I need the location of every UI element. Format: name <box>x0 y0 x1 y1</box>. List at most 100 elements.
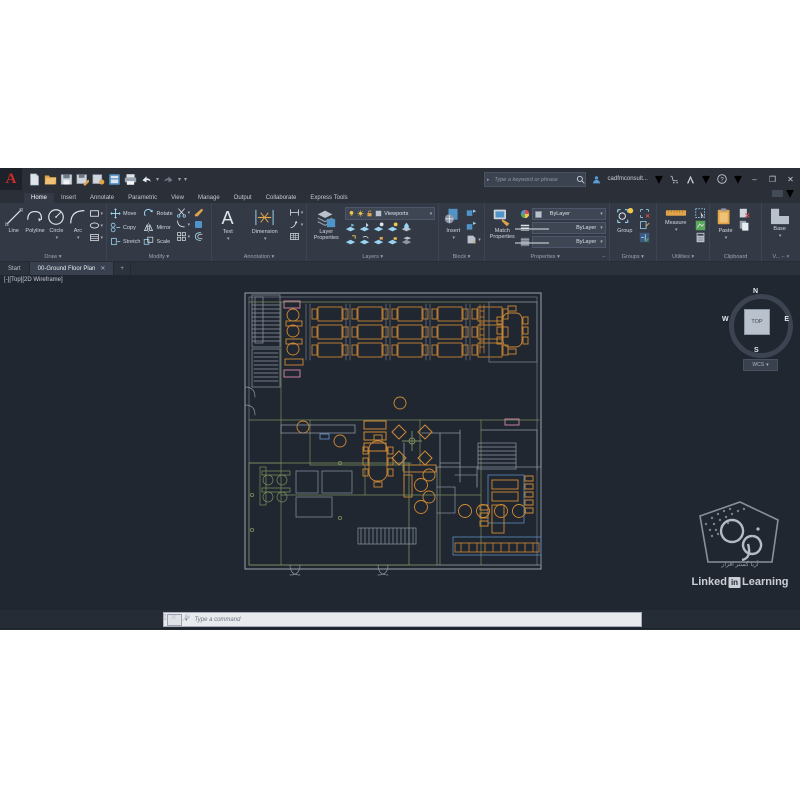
view-cube-north-label[interactable]: N <box>753 288 758 295</box>
ribbon-tab-home[interactable]: Home <box>24 193 55 203</box>
lineweight-property-dropdown-icon[interactable]: ▾ <box>600 239 603 245</box>
new-file-icon[interactable] <box>28 172 41 186</box>
annotation-text-button[interactable]: A Text ▾ <box>215 207 241 242</box>
block-edit-attributes-button[interactable]: ▾ <box>466 234 481 245</box>
modify-stretch-button[interactable]: Stretch <box>110 235 140 248</box>
view-cube-top-face[interactable]: TOP <box>744 309 770 335</box>
linetype-property-dropdown-icon[interactable]: ▾ <box>600 225 603 231</box>
panel-title-annotation[interactable]: Annotation ▾ <box>215 253 304 261</box>
insert-block-button[interactable]: Insert ▾ <box>442 207 464 241</box>
autodesk-a-dropdown-icon[interactable]: ▾ <box>702 169 710 189</box>
new-file-tab-button[interactable]: + <box>114 262 131 275</box>
measure-dropdown-icon[interactable]: ▾ <box>675 227 678 233</box>
match-properties-button[interactable]: Match Properties <box>488 207 517 240</box>
layer-selector-dropdown-icon[interactable]: ▾ <box>430 211 435 217</box>
redo-dropdown-icon[interactable]: ▾ <box>178 176 181 183</box>
file-tab-start[interactable]: Start <box>0 262 30 275</box>
command-close-icon[interactable]: ✕ <box>170 613 177 622</box>
panel-title-layers[interactable]: Layers ▾ <box>310 253 435 261</box>
layer-color-swatch-icon[interactable] <box>375 210 382 217</box>
array-dropdown-icon[interactable]: ▾ <box>188 234 191 240</box>
dimension-dropdown-icon[interactable]: ▾ <box>264 236 267 242</box>
layer-unlock-icon[interactable] <box>366 210 373 217</box>
block-attributes-dropdown-icon[interactable]: ▾ <box>478 237 481 243</box>
sheet-set-manager-icon[interactable] <box>108 173 121 186</box>
ribbon-tab-express-tools[interactable]: Express Tools <box>303 193 354 203</box>
command-drag-handle[interactable]: ⁞ <box>164 613 166 622</box>
search-input[interactable]: ▸ Type a keyword or phrase <box>484 172 586 187</box>
quick-select-icon[interactable] <box>695 208 706 219</box>
close-icon[interactable]: ✕ <box>100 265 105 272</box>
panel-title-properties[interactable]: Properties ▾ ⌐ <box>488 253 605 261</box>
ribbon-tab-insert[interactable]: Insert <box>54 193 83 203</box>
draw-arc-button[interactable]: Arc ▾ <box>67 207 88 241</box>
plot-preview-icon[interactable] <box>92 173 105 186</box>
ungroup-icon[interactable] <box>639 208 650 219</box>
paste-dropdown-icon[interactable]: ▾ <box>725 235 728 241</box>
view-cube-south-label[interactable]: S <box>754 347 759 354</box>
insert-dropdown-icon[interactable]: ▾ <box>453 235 456 241</box>
measure-button[interactable]: Measure ▾ <box>660 207 692 233</box>
layer-freeze-icon[interactable] <box>373 222 384 233</box>
modify-move-button[interactable]: Move <box>110 207 140 220</box>
layer-match-icon[interactable] <box>345 235 356 246</box>
ribbon-tab-manage[interactable]: Manage <box>191 193 227 203</box>
qat-customize-icon[interactable]: ▾ <box>184 176 187 183</box>
view-cube-west-label[interactable]: W <box>722 316 729 323</box>
autodesk-store-icon[interactable] <box>670 175 679 184</box>
autodesk-a-icon[interactable] <box>686 175 695 184</box>
view-cube[interactable]: TOP N S E W <box>722 288 793 358</box>
draw-circle-button[interactable]: Circle ▾ <box>46 207 67 241</box>
file-tab-ground-floor-plan[interactable]: 00-Ground Floor Plan ✕ <box>29 262 115 275</box>
modify-rotate-button[interactable]: Rotate <box>143 207 173 220</box>
plot-icon[interactable] <box>124 173 137 186</box>
annotation-dimension-button[interactable]: Dimension ▾ <box>244 207 286 242</box>
modify-fillet-button[interactable]: ▾ <box>176 219 190 230</box>
draw-ellipse-button[interactable]: ▾ <box>89 220 104 231</box>
area-measure-icon[interactable] <box>695 220 706 231</box>
modify-explode-button[interactable] <box>193 219 204 230</box>
undo-dropdown-icon[interactable]: ▾ <box>156 176 159 183</box>
layer-lock-icon[interactable] <box>373 235 384 246</box>
paste-button[interactable]: Paste ▾ <box>713 207 737 241</box>
panel-title-modify[interactable]: Modify ▾ <box>110 253 208 261</box>
layer-unlock-2-icon[interactable] <box>387 235 398 246</box>
ribbon-tab-collaborate[interactable]: Collaborate <box>259 193 304 203</box>
modify-trim-button[interactable]: ▾ <box>176 207 191 218</box>
lineweight-property-select[interactable]: . ByLayer ▾ <box>514 236 606 248</box>
rectangle-dropdown-icon[interactable]: ▾ <box>101 211 104 217</box>
copy-clip-icon[interactable] <box>739 220 750 231</box>
undo-icon[interactable] <box>140 173 153 186</box>
open-file-icon[interactable] <box>44 173 57 186</box>
cut-icon[interactable] <box>739 208 751 219</box>
color-property-dropdown-icon[interactable]: ▾ <box>600 211 603 217</box>
save-file-icon[interactable] <box>60 173 73 186</box>
edit-block-icon[interactable] <box>466 221 481 232</box>
ucs-dropdown-icon[interactable]: ▾ <box>766 362 769 368</box>
hatch-dropdown-icon[interactable]: ▾ <box>101 235 104 241</box>
calculator-icon[interactable] <box>695 232 706 243</box>
ellipse-dropdown-icon[interactable]: ▾ <box>101 223 104 229</box>
layer-off-icon[interactable] <box>387 222 398 233</box>
modify-array-button[interactable]: ▾ <box>176 231 191 242</box>
annotation-linear-button[interactable]: ▾ <box>289 207 304 218</box>
modify-mirror-button[interactable]: Mirror <box>143 221 172 234</box>
text-dropdown-icon[interactable]: ▾ <box>227 236 230 242</box>
minimize-button[interactable]: – <box>749 175 760 184</box>
account-avatar-icon[interactable] <box>592 175 601 184</box>
layer-isolate-icon[interactable] <box>345 222 356 233</box>
layer-properties-button[interactable]: Layer Properties <box>310 207 342 241</box>
layer-on-icon[interactable] <box>348 210 355 217</box>
trim-dropdown-icon[interactable]: ▾ <box>188 210 191 216</box>
panel-title-utilities[interactable]: Utilities ▾ <box>660 253 707 261</box>
circle-dropdown-icon[interactable]: ▾ <box>56 235 59 241</box>
panel-title-groups[interactable]: Groups ▾ <box>613 253 653 261</box>
layer-merge-icon[interactable] <box>401 235 412 246</box>
ribbon-tab-view[interactable]: View <box>164 193 191 203</box>
panel-title-clipboard[interactable]: Clipboard <box>713 253 757 261</box>
help-dropdown-icon[interactable]: ▾ <box>734 169 742 189</box>
draw-polyline-button[interactable]: Polyline <box>24 207 45 234</box>
linear-dim-dropdown-icon[interactable]: ▾ <box>301 210 304 216</box>
layer-selector[interactable]: Viewports ▾ <box>345 207 436 220</box>
modify-offset-button[interactable] <box>193 231 204 242</box>
